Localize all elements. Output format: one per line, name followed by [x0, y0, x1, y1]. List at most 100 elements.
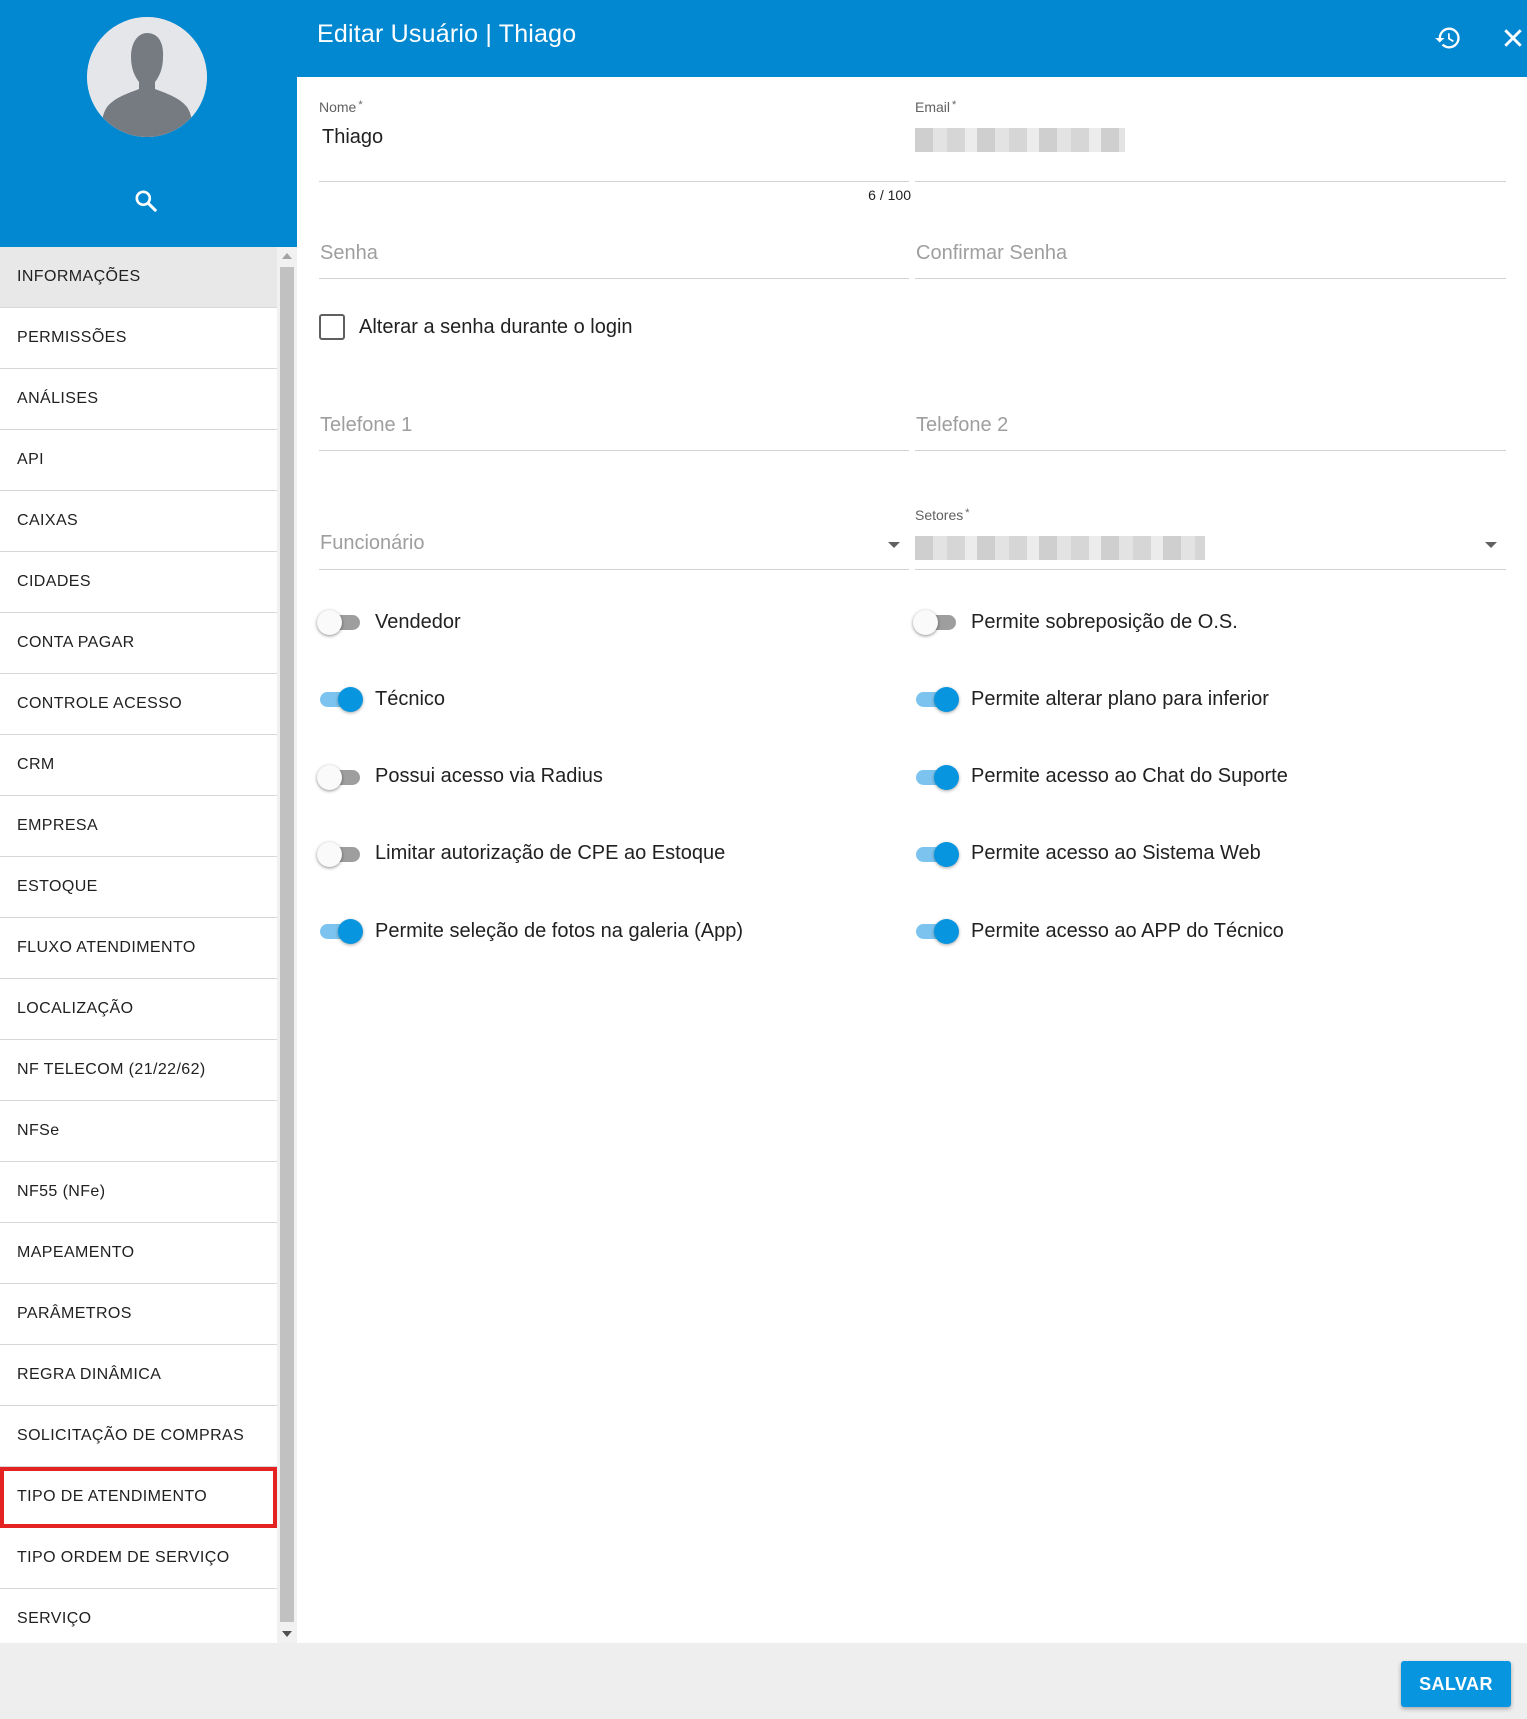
- avatar: [87, 17, 207, 137]
- sidebar-item-analises[interactable]: ANÁLISES: [0, 369, 277, 430]
- telefone1-underline: [319, 450, 909, 451]
- toggle-switch[interactable]: [317, 685, 363, 713]
- toggle-row-permite-acesso-ao-app-do-tecnico: Permite acesso ao APP do Técnico: [913, 917, 1284, 945]
- toggle-row-tecnico: Técnico: [317, 685, 445, 713]
- sidebar-item-api[interactable]: API: [0, 430, 277, 491]
- scroll-down-arrow-icon[interactable]: [277, 1625, 297, 1643]
- sidebar-item-cidades[interactable]: CIDADES: [0, 552, 277, 613]
- sidebar-item-parametros[interactable]: PARÂMETROS: [0, 1284, 277, 1345]
- sidebar-menu: INFORMAÇÕES PERMISSÕES ANÁLISES API CAIXAS CI…: [0, 247, 277, 1643]
- sidebar-item-localizacao[interactable]: LOCALIZAÇÃO: [0, 979, 277, 1040]
- history-icon: [1435, 27, 1460, 49]
- toggle-switch[interactable]: [913, 608, 959, 636]
- nome-value[interactable]: Thiago: [322, 126, 383, 149]
- sidebar-item-regra-dinamica[interactable]: REGRA DINÂMICA: [0, 1345, 277, 1406]
- confirmar-senha-field[interactable]: Confirmar Senha: [915, 242, 1506, 302]
- sidebar-item-label: CAIXAS: [17, 512, 79, 529]
- toggle-switch[interactable]: [913, 840, 959, 868]
- email-label: Email *: [915, 99, 957, 115]
- sidebar-item-servico[interactable]: SERVIÇO: [0, 1589, 277, 1643]
- scroll-up-arrow-icon[interactable]: [277, 247, 297, 265]
- toggle-row-permite-acesso-ao-chat-do-suporte: Permite acesso ao Chat do Suporte: [913, 763, 1288, 791]
- setores-select[interactable]: Setores *: [915, 507, 1506, 597]
- sidebar-item-label: EMPRESA: [17, 817, 99, 834]
- sidebar-item-solicitacao-de-compras[interactable]: SOLICITAÇÃO DE COMPRAS: [0, 1406, 277, 1467]
- sidebar-item-controle-acesso[interactable]: CONTROLE ACESSO: [0, 674, 277, 735]
- telefone2-underline: [915, 450, 1506, 451]
- toggle-row-vendedor: Vendedor: [317, 608, 461, 636]
- nome-char-counter: 6 / 100: [868, 187, 911, 203]
- sidebar-item-fluxo-atendimento[interactable]: FLUXO ATENDIMENTO: [0, 918, 277, 979]
- toggle-switch[interactable]: [317, 608, 363, 636]
- alterar-senha-label: Alterar a senha durante o login: [359, 315, 633, 338]
- sidebar-item-permissoes[interactable]: PERMISSÕES: [0, 308, 277, 369]
- funcionario-select[interactable]: Funcionário: [319, 532, 909, 592]
- funcionario-underline: [319, 569, 909, 570]
- confirmar-senha-underline: [915, 278, 1506, 279]
- sidebar-item-empresa[interactable]: EMPRESA: [0, 796, 277, 857]
- sidebar-item-label: FLUXO ATENDIMENTO: [17, 939, 196, 956]
- sidebar-item-tipo-ordem-de-servico[interactable]: TIPO ORDEM DE SERVIÇO: [0, 1528, 277, 1589]
- scrollbar-thumb[interactable]: [280, 267, 294, 1622]
- nome-underline: [319, 181, 909, 182]
- sidebar-item-label: NFSe: [17, 1122, 60, 1139]
- toggle-row-permite-acesso-ao-sistema-web: Permite acesso ao Sistema Web: [913, 840, 1261, 868]
- user-form: Nome * Thiago 6 / 100 Email * Senha Confir…: [297, 77, 1527, 1643]
- sidebar: INFORMAÇÕES PERMISSÕES ANÁLISES API CAIXAS CI…: [0, 0, 297, 1643]
- toggle-label: Limitar autorização de CPE ao Estoque: [375, 842, 726, 865]
- dialog-footer: SALVAR: [0, 1643, 1527, 1719]
- sidebar-item-nfse[interactable]: NFSe: [0, 1101, 277, 1162]
- toggle-switch[interactable]: [317, 763, 363, 791]
- toggle-switch[interactable]: [913, 917, 959, 945]
- sidebar-item-mapeamento[interactable]: MAPEAMENTO: [0, 1223, 277, 1284]
- telefone2-field[interactable]: Telefone 2: [915, 414, 1506, 474]
- sidebar-item-crm[interactable]: CRM: [0, 735, 277, 796]
- sidebar-item-caixas[interactable]: CAIXAS: [0, 491, 277, 552]
- save-button[interactable]: SALVAR: [1401, 1661, 1511, 1707]
- sidebar-item-tipo-de-atendimento[interactable]: TIPO DE ATENDIMENTO: [0, 1467, 277, 1528]
- toggle-switch[interactable]: [317, 917, 363, 945]
- toggle-thumb: [317, 764, 342, 790]
- nome-label: Nome *: [319, 99, 363, 115]
- sidebar-item-informacoes[interactable]: INFORMAÇÕES: [0, 247, 277, 308]
- telefone1-field[interactable]: Telefone 1: [319, 414, 909, 474]
- alterar-senha-checkbox[interactable]: [319, 314, 345, 340]
- email-field[interactable]: Email *: [915, 99, 1506, 189]
- chevron-down-icon: [888, 542, 900, 548]
- toggle-thumb: [338, 919, 363, 945]
- confirmar-senha-placeholder: Confirmar Senha: [916, 242, 1068, 264]
- toggle-switch[interactable]: [317, 840, 363, 868]
- nome-field[interactable]: Nome * Thiago 6 / 100: [319, 99, 911, 203]
- toggle-switch[interactable]: [913, 685, 959, 713]
- toggle-label: Permite acesso ao Sistema Web: [971, 842, 1261, 865]
- sidebar-item-label: SOLICITAÇÃO DE COMPRAS: [17, 1427, 245, 1444]
- setores-underline: [915, 569, 1506, 570]
- toggle-thumb: [317, 610, 342, 635]
- close-button[interactable]: [1493, 18, 1527, 58]
- search-button[interactable]: [128, 186, 164, 216]
- sidebar-scrollbar[interactable]: [277, 247, 297, 1643]
- sidebar-item-estoque[interactable]: ESTOQUE: [0, 857, 277, 918]
- setores-value-redacted[interactable]: [915, 536, 1205, 560]
- email-value-redacted[interactable]: [915, 128, 1125, 152]
- sidebar-item-label: ESTOQUE: [17, 878, 98, 895]
- sidebar-item-nf55-nfe[interactable]: NF55 (NFe): [0, 1162, 277, 1223]
- toggle-switch[interactable]: [913, 763, 959, 791]
- sidebar-item-label: CONTROLE ACESSO: [17, 695, 183, 712]
- senha-field[interactable]: Senha: [319, 242, 909, 302]
- sidebar-item-label: ANÁLISES: [17, 390, 99, 407]
- alterar-senha-checkbox-row[interactable]: Alterar a senha durante o login: [319, 314, 633, 340]
- dialog-header: Editar Usuário | Thiago: [297, 0, 1527, 77]
- sidebar-item-nf-telecom-21-22-62[interactable]: NF TELECOM (21/22/62): [0, 1040, 277, 1101]
- user-silhouette-icon: [87, 17, 207, 137]
- funcionario-placeholder: Funcionário: [320, 532, 425, 554]
- sidebar-item-label: INFORMAÇÕES: [17, 268, 141, 285]
- history-button[interactable]: [1428, 18, 1468, 58]
- toggle-row-permite-selecao-de-fotos-na-galeria-app: Permite seleção de fotos na galeria (App…: [317, 917, 743, 945]
- sidebar-item-conta-pagar[interactable]: CONTA PAGAR: [0, 613, 277, 674]
- close-icon: [1504, 29, 1522, 47]
- toggle-row-permite-sobreposicao-de-o-s: Permite sobreposição de O.S.: [913, 608, 1238, 636]
- toggle-row-permite-alterar-plano-para-inferior: Permite alterar plano para inferior: [913, 685, 1269, 713]
- toggle-thumb: [934, 687, 959, 713]
- toggle-label: Permite acesso ao Chat do Suporte: [971, 765, 1288, 788]
